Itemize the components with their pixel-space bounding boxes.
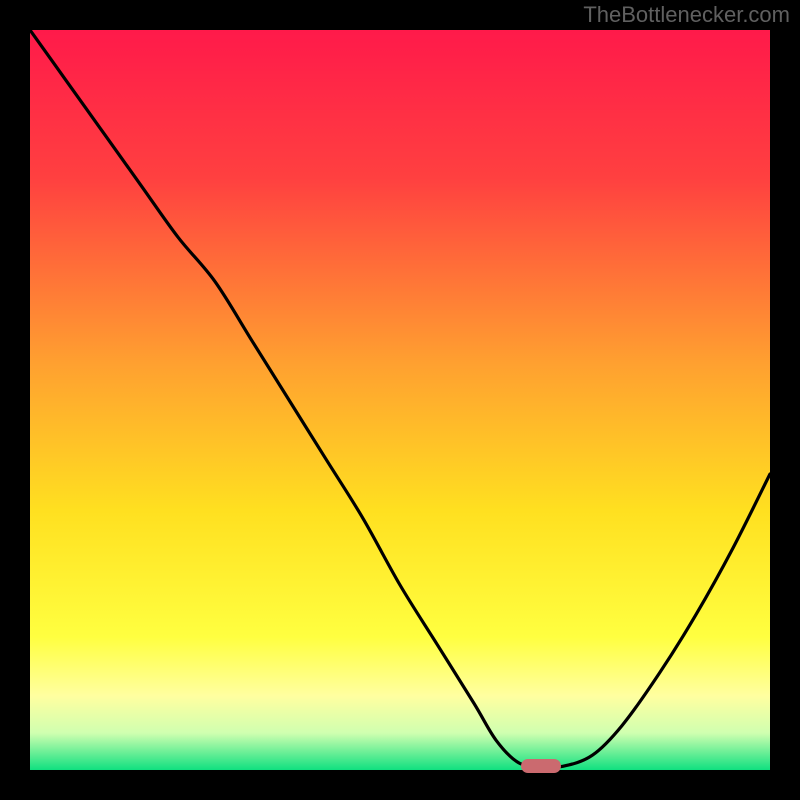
optimal-marker (521, 759, 561, 773)
chart-container: TheBottlenecker.com (0, 0, 800, 800)
curve-overlay (30, 30, 770, 770)
bottleneck-curve (30, 30, 770, 767)
watermark-text: TheBottlenecker.com (583, 2, 790, 28)
plot-area (30, 30, 770, 770)
